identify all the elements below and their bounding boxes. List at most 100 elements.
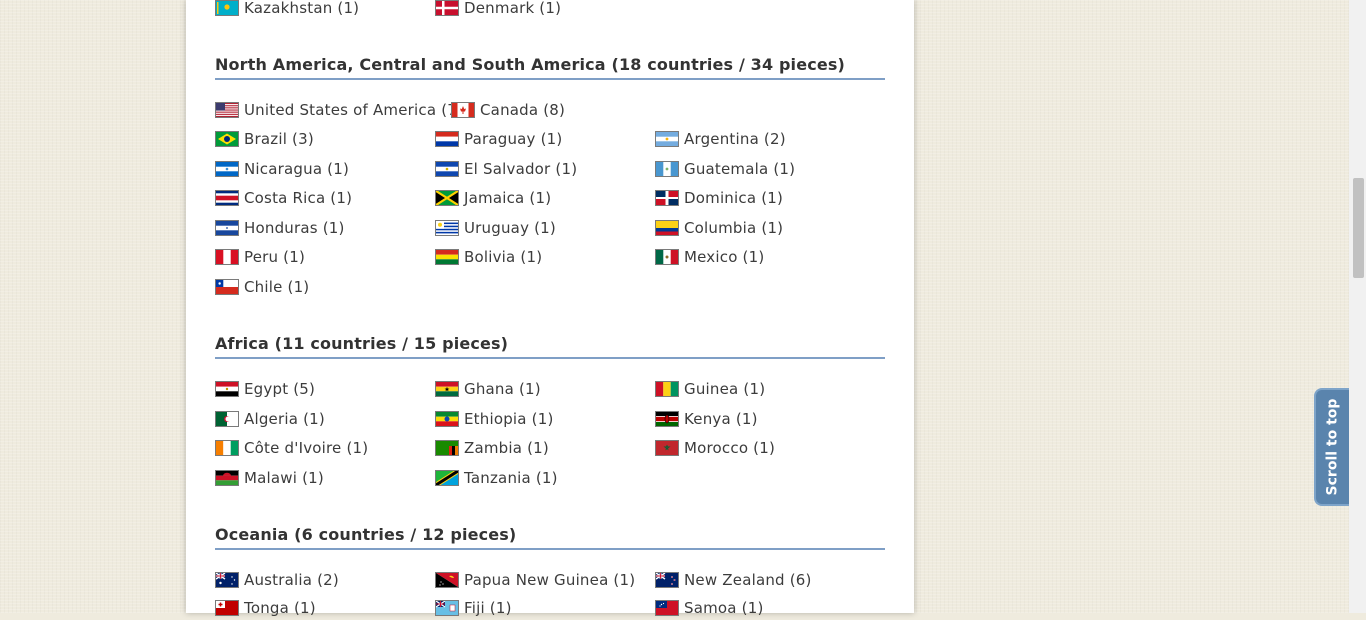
egypt-flag-icon — [215, 381, 239, 397]
country-item-tanzania[interactable]: Tanzania (1) — [435, 466, 558, 490]
country-label: Columbia (1) — [684, 219, 784, 237]
country-label: Tanzania (1) — [464, 469, 558, 487]
country-item-ethiopia[interactable]: Ethiopia (1) — [435, 407, 554, 431]
country-item-algeria[interactable]: Algeria (1) — [215, 407, 325, 431]
country-item-kenya[interactable]: Kenya (1) — [655, 407, 758, 431]
country-row: Malawi (1) Tanzania (1) — [215, 466, 885, 490]
section-heading-americas: North America, Central and South America… — [215, 55, 885, 80]
country-item-cote-divoire[interactable]: Côte d'Ivoire (1) — [215, 436, 368, 460]
scrollbar-thumb[interactable] — [1353, 178, 1364, 278]
scroll-to-top-button[interactable]: Scroll to top — [1314, 388, 1349, 506]
country-item-egypt[interactable]: Egypt (5) — [215, 377, 315, 401]
country-label: Papua New Guinea (1) — [464, 571, 636, 589]
australia-flag-icon — [215, 572, 239, 588]
country-label: Australia (2) — [244, 571, 339, 589]
page-scrollbar[interactable] — [1349, 0, 1366, 613]
country-item-morocco[interactable]: Morocco (1) — [655, 436, 775, 460]
country-item-honduras[interactable]: Honduras (1) — [215, 216, 345, 240]
country-item-ghana[interactable]: Ghana (1) — [435, 377, 541, 401]
paraguay-flag-icon — [435, 131, 459, 147]
malawi-flag-icon — [215, 470, 239, 486]
tanzania-flag-icon — [435, 470, 459, 486]
country-item-brazil[interactable]: Brazil (3) — [215, 127, 314, 151]
uruguay-flag-icon — [435, 220, 459, 236]
el-salvador-flag-icon — [435, 161, 459, 177]
country-label: Ethiopia (1) — [464, 410, 554, 428]
ethiopia-flag-icon — [435, 411, 459, 427]
samoa-flag-icon — [655, 600, 679, 616]
dominican-flag-icon — [655, 190, 679, 206]
country-item-uruguay[interactable]: Uruguay (1) — [435, 216, 556, 240]
canada-flag-icon — [451, 102, 475, 118]
country-item-tonga[interactable]: Tonga (1) — [215, 596, 316, 620]
country-item-bolivia[interactable]: Bolivia (1) — [435, 245, 542, 269]
country-item-australia[interactable]: Australia (2) — [215, 568, 339, 592]
country-label: Paraguay (1) — [464, 130, 563, 148]
country-label: El Salvador (1) — [464, 160, 578, 178]
country-item-jamaica[interactable]: Jamaica (1) — [435, 186, 551, 210]
country-label: Costa Rica (1) — [244, 189, 353, 207]
country-label: Algeria (1) — [244, 410, 325, 428]
country-label: Jamaica (1) — [464, 189, 552, 207]
country-item-kazakhstan[interactable]: Kazakhstan (1) — [215, 0, 359, 20]
country-label: Mexico (1) — [684, 248, 765, 266]
usa-flag-icon — [215, 102, 239, 118]
country-label: Denmark (1) — [464, 0, 562, 17]
country-label: Bolivia (1) — [464, 248, 543, 266]
guatemala-flag-icon — [655, 161, 679, 177]
country-item-chile[interactable]: Chile (1) — [215, 275, 309, 299]
country-row: Nicaragua (1) El Salvador (1) Guatemala … — [215, 157, 885, 181]
country-row: Tonga (1) Fiji (1) Samoa (1) — [215, 596, 885, 620]
country-item-argentina[interactable]: Argentina (2) — [655, 127, 786, 151]
country-row: Kazakhstan (1) Denmark (1) — [215, 0, 885, 20]
country-item-usa[interactable]: United States of America (7) — [215, 98, 463, 122]
new-zealand-flag-icon — [655, 572, 679, 588]
country-item-paraguay[interactable]: Paraguay (1) — [435, 127, 562, 151]
country-label: Guatemala (1) — [684, 160, 796, 178]
country-item-new-zealand[interactable]: New Zealand (6) — [655, 568, 812, 592]
country-item-canada[interactable]: Canada (8) — [451, 98, 565, 122]
country-item-fiji[interactable]: Fiji (1) — [435, 596, 512, 620]
argentina-flag-icon — [655, 131, 679, 147]
chile-flag-icon — [215, 279, 239, 295]
country-label: Tonga (1) — [244, 599, 316, 617]
country-label: Guinea (1) — [684, 380, 766, 398]
mexico-flag-icon — [655, 249, 679, 265]
country-item-denmark[interactable]: Denmark (1) — [435, 0, 561, 20]
algeria-flag-icon — [215, 411, 239, 427]
country-item-costa-rica[interactable]: Costa Rica (1) — [215, 186, 352, 210]
country-item-dominica[interactable]: Dominica (1) — [655, 186, 783, 210]
section-heading-oceania: Oceania (6 countries / 12 pieces) — [215, 525, 885, 550]
country-item-zambia[interactable]: Zambia (1) — [435, 436, 549, 460]
country-row: Brazil (3) Paraguay (1) Argentina (2) — [215, 127, 885, 151]
brazil-flag-icon — [215, 131, 239, 147]
country-row: Côte d'Ivoire (1) Zambia (1) Morocco (1) — [215, 436, 885, 460]
country-item-el-salvador[interactable]: El Salvador (1) — [435, 157, 577, 181]
country-item-guinea[interactable]: Guinea (1) — [655, 377, 765, 401]
country-item-samoa[interactable]: Samoa (1) — [655, 596, 764, 620]
country-item-papua-new-guinea[interactable]: Papua New Guinea (1) — [435, 568, 635, 592]
country-row: Egypt (5) Ghana (1) Guinea (1) — [215, 377, 885, 401]
kenya-flag-icon — [655, 411, 679, 427]
country-label: Peru (1) — [244, 248, 306, 266]
country-row: Peru (1) Bolivia (1) Mexico (1) — [215, 245, 885, 269]
colombia-flag-icon — [655, 220, 679, 236]
guinea-flag-icon — [655, 381, 679, 397]
country-label: Canada (8) — [480, 101, 566, 119]
country-item-nicaragua[interactable]: Nicaragua (1) — [215, 157, 349, 181]
country-item-peru[interactable]: Peru (1) — [215, 245, 305, 269]
nicaragua-flag-icon — [215, 161, 239, 177]
country-label: Argentina (2) — [684, 130, 786, 148]
country-row: Chile (1) — [215, 275, 885, 299]
country-item-mexico[interactable]: Mexico (1) — [655, 245, 764, 269]
country-row: Algeria (1) Ethiopia (1) Kenya (1) — [215, 407, 885, 431]
country-item-malawi[interactable]: Malawi (1) — [215, 466, 324, 490]
country-item-guatemala[interactable]: Guatemala (1) — [655, 157, 795, 181]
country-item-columbia[interactable]: Columbia (1) — [655, 216, 783, 240]
country-label: Kazakhstan (1) — [244, 0, 360, 17]
denmark-flag-icon — [435, 0, 459, 16]
country-label: Dominica (1) — [684, 189, 784, 207]
costa-rica-flag-icon — [215, 190, 239, 206]
country-label: Ghana (1) — [464, 380, 541, 398]
country-label: United States of America (7) — [244, 101, 464, 119]
